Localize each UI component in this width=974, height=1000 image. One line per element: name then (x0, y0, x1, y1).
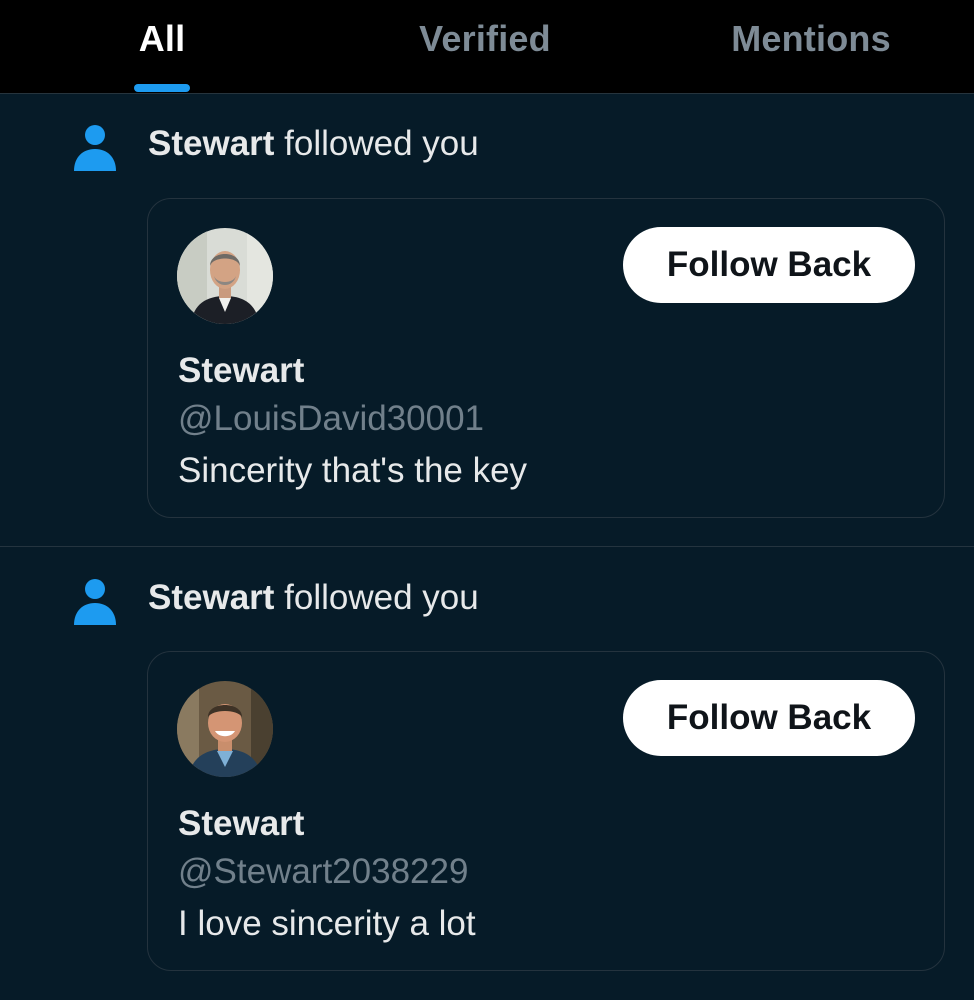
person-icon (74, 125, 116, 171)
follow-back-button[interactable]: Follow Back (623, 680, 915, 756)
actor-name[interactable]: Stewart (148, 124, 274, 163)
tab-verified-label: Verified (419, 18, 551, 59)
notification-item[interactable]: Stewart followed you Follow Back Stewart… (0, 548, 974, 1000)
notification-headline: Stewart followed you (148, 578, 479, 618)
person-icon (74, 579, 116, 625)
user-handle[interactable]: @LouisDavid30001 (178, 399, 484, 439)
follow-back-button[interactable]: Follow Back (623, 227, 915, 303)
tab-all[interactable]: All (60, 0, 264, 94)
user-handle[interactable]: @Stewart2038229 (178, 852, 468, 892)
user-display-name[interactable]: Stewart (178, 804, 304, 844)
notification-tabs: All Verified Mentions (0, 0, 974, 94)
notification-headline: Stewart followed you (148, 124, 479, 164)
actor-name[interactable]: Stewart (148, 578, 274, 617)
tab-mentions[interactable]: Mentions (705, 0, 917, 94)
profile-photo (177, 228, 273, 324)
tab-verified[interactable]: Verified (380, 0, 590, 94)
avatar[interactable] (177, 681, 273, 777)
notification-action: followed you (284, 578, 479, 617)
tab-all-label: All (138, 18, 186, 59)
notification-action: followed you (284, 124, 479, 163)
user-card[interactable]: Follow Back Stewart @Stewart2038229 I lo… (147, 651, 945, 971)
user-display-name[interactable]: Stewart (178, 351, 304, 391)
tab-mentions-label: Mentions (731, 18, 891, 59)
user-bio: Sincerity that's the key (178, 451, 528, 490)
active-tab-indicator (134, 84, 190, 92)
user-bio: I love sincerity a lot (178, 904, 476, 943)
notification-item[interactable]: Stewart followed you Follow Back Stewart… (0, 94, 974, 547)
profile-photo (177, 681, 273, 777)
user-card[interactable]: Follow Back Stewart @LouisDavid30001 Sin… (147, 198, 945, 518)
avatar[interactable] (177, 228, 273, 324)
